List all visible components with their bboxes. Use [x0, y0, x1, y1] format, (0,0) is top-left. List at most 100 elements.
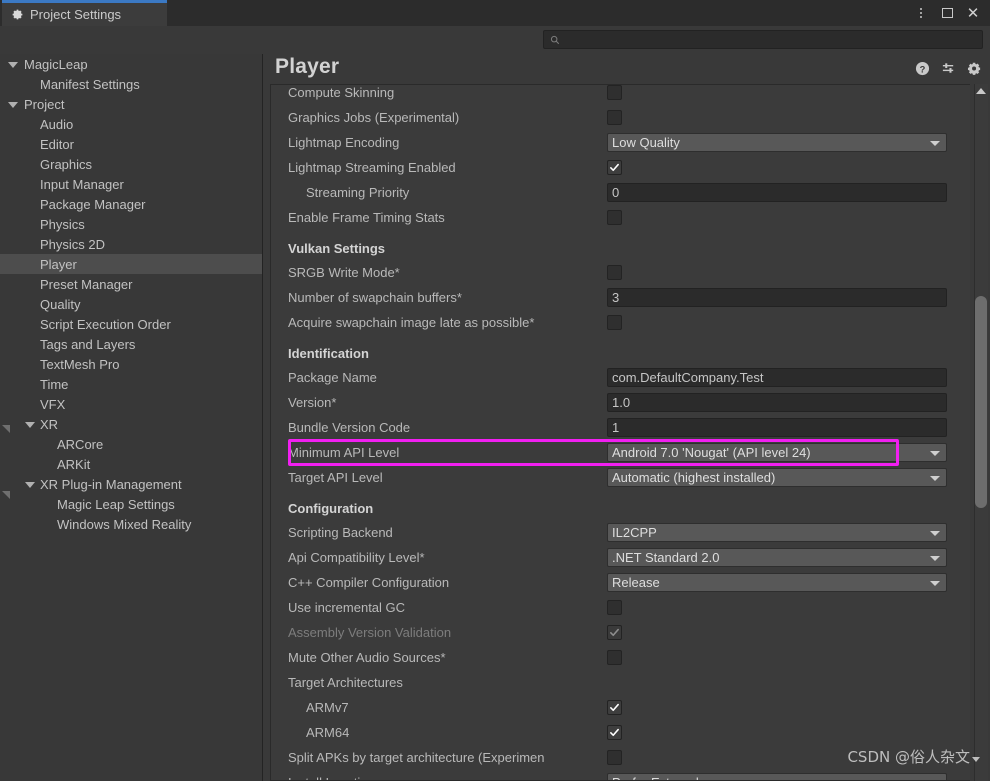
setting-label: ARMv7: [306, 700, 349, 715]
sidebar-item-magicleap[interactable]: MagicLeap: [0, 54, 262, 74]
sidebar-item-physics[interactable]: Physics: [0, 214, 262, 234]
foldout-arrow-icon[interactable]: [25, 479, 36, 490]
settings-row-bundle-version-code: Bundle Version Code 1: [271, 415, 971, 440]
chevron-down-icon: [930, 140, 940, 146]
scrollbar-thumb[interactable]: [975, 296, 987, 508]
input-bundle-version-code[interactable]: 1: [607, 418, 947, 437]
settings-row-api-compatibility-level: Api Compatibility Level* .NET Standard 2.…: [271, 545, 971, 570]
checkbox-acquire-swapchain-image-late-as-possible[interactable]: [607, 315, 622, 330]
settings-tree[interactable]: MagicLeap Manifest Settings Project Audio Ed…: [0, 54, 263, 781]
checkbox-srgb-write-mode[interactable]: [607, 265, 622, 280]
search-input[interactable]: [564, 33, 944, 46]
settings-row-assembly-version-validation: Assembly Version Validation: [271, 620, 971, 645]
dropdown-api-compatibility-level[interactable]: .NET Standard 2.0: [607, 548, 947, 567]
foldout-arrow-icon[interactable]: [8, 99, 19, 110]
search-box[interactable]: [543, 30, 983, 49]
input-package-name[interactable]: com.DefaultCompany.Test: [607, 368, 947, 387]
sidebar-item-player[interactable]: Player: [0, 254, 262, 274]
checkbox-arm64[interactable]: [607, 725, 622, 740]
sidebar-item-textmesh-pro[interactable]: TextMesh Pro: [0, 354, 262, 374]
settings-row-identification: Identification: [271, 335, 971, 365]
settings-row-scripting-backend: Scripting Backend IL2CPP: [271, 520, 971, 545]
scroll-up-arrow-icon[interactable]: [976, 88, 986, 94]
field-wrap: 1: [607, 418, 947, 437]
setting-label: Use incremental GC: [288, 600, 406, 615]
checkbox-lightmap-streaming-enabled[interactable]: [607, 160, 622, 175]
sidebar-item-audio[interactable]: Audio: [0, 114, 262, 134]
sidebar-item-input-manager[interactable]: Input Manager: [0, 174, 262, 194]
checkbox-compute-skinning[interactable]: [607, 85, 622, 100]
settings-row-vulkan-settings: Vulkan Settings: [271, 230, 971, 260]
field-wrap: [607, 85, 622, 100]
field-wrap: 1.0: [607, 393, 947, 412]
field-wrap: [607, 725, 622, 740]
dropdown-value: Android 7.0 'Nougat' (API level 24): [612, 445, 811, 460]
checkbox-split-apks-by-target-architecture-experimen[interactable]: [607, 750, 622, 765]
sidebar-item-windows-mixed-reality[interactable]: Windows Mixed Reality: [0, 514, 262, 534]
sidebar-item-tags-and-layers[interactable]: Tags and Layers: [0, 334, 262, 354]
setting-label: Assembly Version Validation: [288, 625, 452, 640]
setting-label: Install Location: [271, 775, 375, 780]
window-menu-button[interactable]: [908, 0, 934, 26]
tab-project-settings[interactable]: Project Settings: [2, 0, 167, 26]
sidebar-item-graphics[interactable]: Graphics: [0, 154, 262, 174]
foldout-arrow-icon[interactable]: [25, 419, 36, 430]
setting-label: Enable Frame Timing Stats: [288, 210, 445, 225]
sidebar-item-editor[interactable]: Editor: [0, 134, 262, 154]
checkbox-armv7[interactable]: [607, 700, 622, 715]
field-wrap: [607, 315, 622, 330]
panel-header-icons: ?: [915, 61, 982, 76]
setting-label: Acquire swapchain image late as possible…: [288, 315, 535, 330]
settings-scroll-area: Compute Skinning Graphics Jobs (Experimen…: [270, 84, 984, 781]
setting-label: Scripting Backend: [288, 525, 393, 540]
checkbox-use-incremental-gc[interactable]: [607, 600, 622, 615]
sidebar-item-manifest-settings[interactable]: Manifest Settings: [0, 74, 262, 94]
sidebar-item-project[interactable]: Project: [0, 94, 262, 114]
field-wrap: Android 7.0 'Nougat' (API level 24): [607, 443, 947, 462]
dropdown-install-location[interactable]: Prefer External: [607, 773, 947, 780]
player-settings-panel: Player ? Compute Skinning Graphics Jobs …: [264, 54, 990, 781]
setting-label: Version*: [288, 395, 337, 410]
maximize-button[interactable]: [934, 0, 960, 26]
help-icon[interactable]: ?: [915, 61, 930, 76]
sidebar-item-vfx[interactable]: VFX: [0, 394, 262, 414]
gear-icon[interactable]: [967, 61, 982, 76]
checkbox-enable-frame-timing-stats[interactable]: [607, 210, 622, 225]
checkbox-graphics-jobs-experimental[interactable]: [607, 110, 622, 125]
sidebar-item-preset-manager[interactable]: Preset Manager: [0, 274, 262, 294]
sidebar-item-magic-leap-settings[interactable]: Magic Leap Settings: [0, 494, 262, 514]
dropdown-minimum-api-level[interactable]: Android 7.0 'Nougat' (API level 24): [607, 443, 947, 462]
sidebar-item-xr[interactable]: XR: [0, 414, 262, 434]
dropdown-target-api-level[interactable]: Automatic (highest installed): [607, 468, 947, 487]
close-button[interactable]: ✕: [960, 0, 986, 26]
preset-icon[interactable]: [941, 61, 956, 76]
sidebar-item-physics-2d[interactable]: Physics 2D: [0, 234, 262, 254]
setting-label: Bundle Version Code: [288, 420, 411, 435]
sidebar-item-xr-plug-in-management[interactable]: XR Plug-in Management: [0, 474, 262, 494]
dropdown-c-compiler-configuration[interactable]: Release: [607, 573, 947, 592]
sidebar-item-script-execution-order[interactable]: Script Execution Order: [0, 314, 262, 334]
input-number-of-swapchain-buffers[interactable]: 3: [607, 288, 947, 307]
sidebar-item-label: Magic Leap Settings: [57, 496, 175, 512]
dropdown-scripting-backend[interactable]: IL2CPP: [607, 523, 947, 542]
foldout-arrow-icon[interactable]: [8, 59, 19, 70]
vertical-scrollbar[interactable]: [970, 84, 990, 781]
setting-label: Lightmap Streaming Enabled: [288, 160, 456, 175]
checkbox-mute-other-audio-sources[interactable]: [607, 650, 622, 665]
sidebar-item-label: Audio: [40, 116, 74, 132]
sidebar-item-label: Package Manager: [40, 196, 146, 212]
setting-label: Minimum API Level: [288, 445, 400, 460]
edge-resize-arrow-icon: [2, 425, 10, 433]
sidebar-item-arcore[interactable]: ARCore: [0, 434, 262, 454]
sidebar-item-package-manager[interactable]: Package Manager: [0, 194, 262, 214]
input-streaming-priority[interactable]: 0: [607, 183, 947, 202]
settings-row-srgb-write-mode: SRGB Write Mode*: [271, 260, 971, 285]
sidebar-item-quality[interactable]: Quality: [0, 294, 262, 314]
sidebar-item-arkit[interactable]: ARKit: [0, 454, 262, 474]
setting-label: Mute Other Audio Sources*: [288, 650, 446, 665]
dropdown-lightmap-encoding[interactable]: Low Quality: [607, 133, 947, 152]
field-wrap: IL2CPP: [607, 523, 947, 542]
input-version[interactable]: 1.0: [607, 393, 947, 412]
sidebar-item-time[interactable]: Time: [0, 374, 262, 394]
chevron-down-icon: [930, 450, 940, 456]
